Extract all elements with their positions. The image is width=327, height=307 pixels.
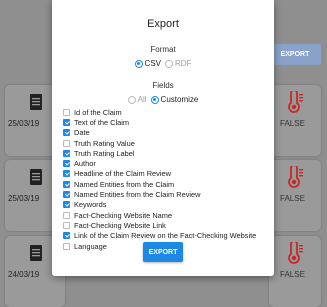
- format-radio-group: CSV RDF: [52, 59, 274, 68]
- claim-card-verdict: FALSE: [269, 160, 321, 231]
- field-checkbox-website-name[interactable]: Fact-Checking Website Name: [63, 210, 273, 220]
- field-checkbox-author[interactable]: Author: [63, 158, 273, 168]
- field-checkbox-truth-rating-value[interactable]: Truth Rating Value: [63, 138, 273, 148]
- checkbox-icon: [63, 139, 70, 147]
- fields-checklist: Id of the Claim Text of the Claim Date T…: [63, 107, 273, 251]
- claim-verdict: FALSE: [280, 270, 305, 279]
- document-icon: [30, 245, 42, 261]
- field-checkbox-text-of-claim[interactable]: Text of the Claim: [63, 117, 273, 127]
- field-label: Language: [74, 241, 107, 251]
- field-label: Author: [74, 159, 96, 169]
- thermometer-icon: [288, 91, 303, 113]
- fields-mode-radio-group: All Customize: [52, 95, 274, 104]
- radio-unselected-icon: [127, 95, 136, 104]
- checkbox-icon: [63, 108, 70, 116]
- claim-card-verdict: FALSE: [269, 85, 321, 156]
- field-label: Named Entities from the Claim Review: [74, 190, 201, 200]
- format-option-csv[interactable]: CSV: [134, 59, 161, 68]
- checkbox-checked-icon: [63, 201, 70, 209]
- field-checkbox-id-of-claim[interactable]: Id of the Claim: [63, 107, 273, 117]
- field-checkbox-headline[interactable]: Headline of the Claim Review: [63, 169, 273, 179]
- radio-unselected-icon: [165, 59, 173, 68]
- field-checkbox-review-link[interactable]: Link of the Claim Review on the Fact-Che…: [63, 231, 273, 241]
- field-label: Text of the Claim: [74, 117, 130, 127]
- checkbox-checked-icon: [63, 118, 70, 126]
- claim-date: 25/03/19: [8, 194, 40, 203]
- export-button[interactable]: EXPORT: [143, 242, 183, 262]
- field-label: Link of the Claim Review on the Fact-Che…: [74, 231, 257, 241]
- field-checkbox-entities-claim[interactable]: Named Entities from the Claim: [63, 179, 273, 189]
- field-label: Fact-Checking Website Name: [74, 210, 173, 220]
- field-label: Named Entities from the Claim: [74, 179, 175, 189]
- field-label: Truth Rating Value: [74, 138, 135, 148]
- fields-mode-label: Customize: [160, 95, 199, 104]
- claim-date: 25/03/19: [8, 119, 40, 128]
- checkbox-checked-icon: [63, 129, 70, 137]
- field-checkbox-website-link[interactable]: Fact-Checking Website Link: [63, 220, 273, 230]
- field-label: Date: [74, 128, 90, 138]
- fields-label: Fields: [152, 81, 174, 90]
- field-checkbox-date[interactable]: Date: [63, 128, 273, 138]
- checkbox-checked-icon: [63, 149, 70, 157]
- claim-verdict: FALSE: [280, 194, 305, 203]
- claim-date: 24/03/19: [8, 270, 40, 279]
- fields-mode-label: All: [137, 95, 147, 104]
- field-label: Headline of the Claim Review: [74, 169, 171, 179]
- format-label: Format: [150, 45, 176, 54]
- dialog-title: Export: [147, 18, 179, 30]
- checkbox-checked-icon: [63, 160, 70, 168]
- radio-selected-icon: [150, 95, 159, 104]
- checkbox-icon: [63, 242, 70, 250]
- document-icon: [30, 94, 42, 110]
- claim-card-verdict: FALSE: [269, 236, 321, 307]
- radio-selected-icon: [134, 59, 143, 68]
- thermometer-icon: [288, 166, 303, 188]
- checkbox-checked-icon: [63, 170, 70, 178]
- checkbox-checked-icon: [63, 191, 70, 199]
- fields-mode-all[interactable]: All: [127, 95, 147, 104]
- claim-verdict: FALSE: [280, 119, 305, 128]
- checkbox-icon: [63, 211, 70, 219]
- format-option-label: CSV: [144, 59, 161, 68]
- document-icon: [30, 169, 42, 185]
- field-checkbox-truth-rating-label[interactable]: Truth Rating Label: [63, 148, 273, 158]
- field-label: Truth Rating Label: [74, 148, 135, 158]
- field-checkbox-keywords[interactable]: Keywords: [63, 200, 273, 210]
- export-dialog: Export Format CSV RDF Fields All Customi…: [52, 0, 274, 276]
- field-label: Fact-Checking Website Link: [74, 220, 166, 230]
- field-label: Id of the Claim: [74, 107, 122, 117]
- checkbox-icon: [63, 221, 70, 229]
- thermometer-icon: [288, 242, 303, 264]
- field-label: Keywords: [74, 200, 107, 210]
- checkbox-checked-icon: [63, 232, 70, 240]
- format-option-label: RDF: [175, 59, 192, 68]
- background-export-button: EXPORT: [269, 44, 321, 65]
- fields-mode-customize[interactable]: Customize: [150, 95, 199, 104]
- checkbox-checked-icon: [63, 180, 70, 188]
- field-checkbox-entities-review[interactable]: Named Entities from the Claim Review: [63, 189, 273, 199]
- format-option-rdf[interactable]: RDF: [165, 59, 191, 68]
